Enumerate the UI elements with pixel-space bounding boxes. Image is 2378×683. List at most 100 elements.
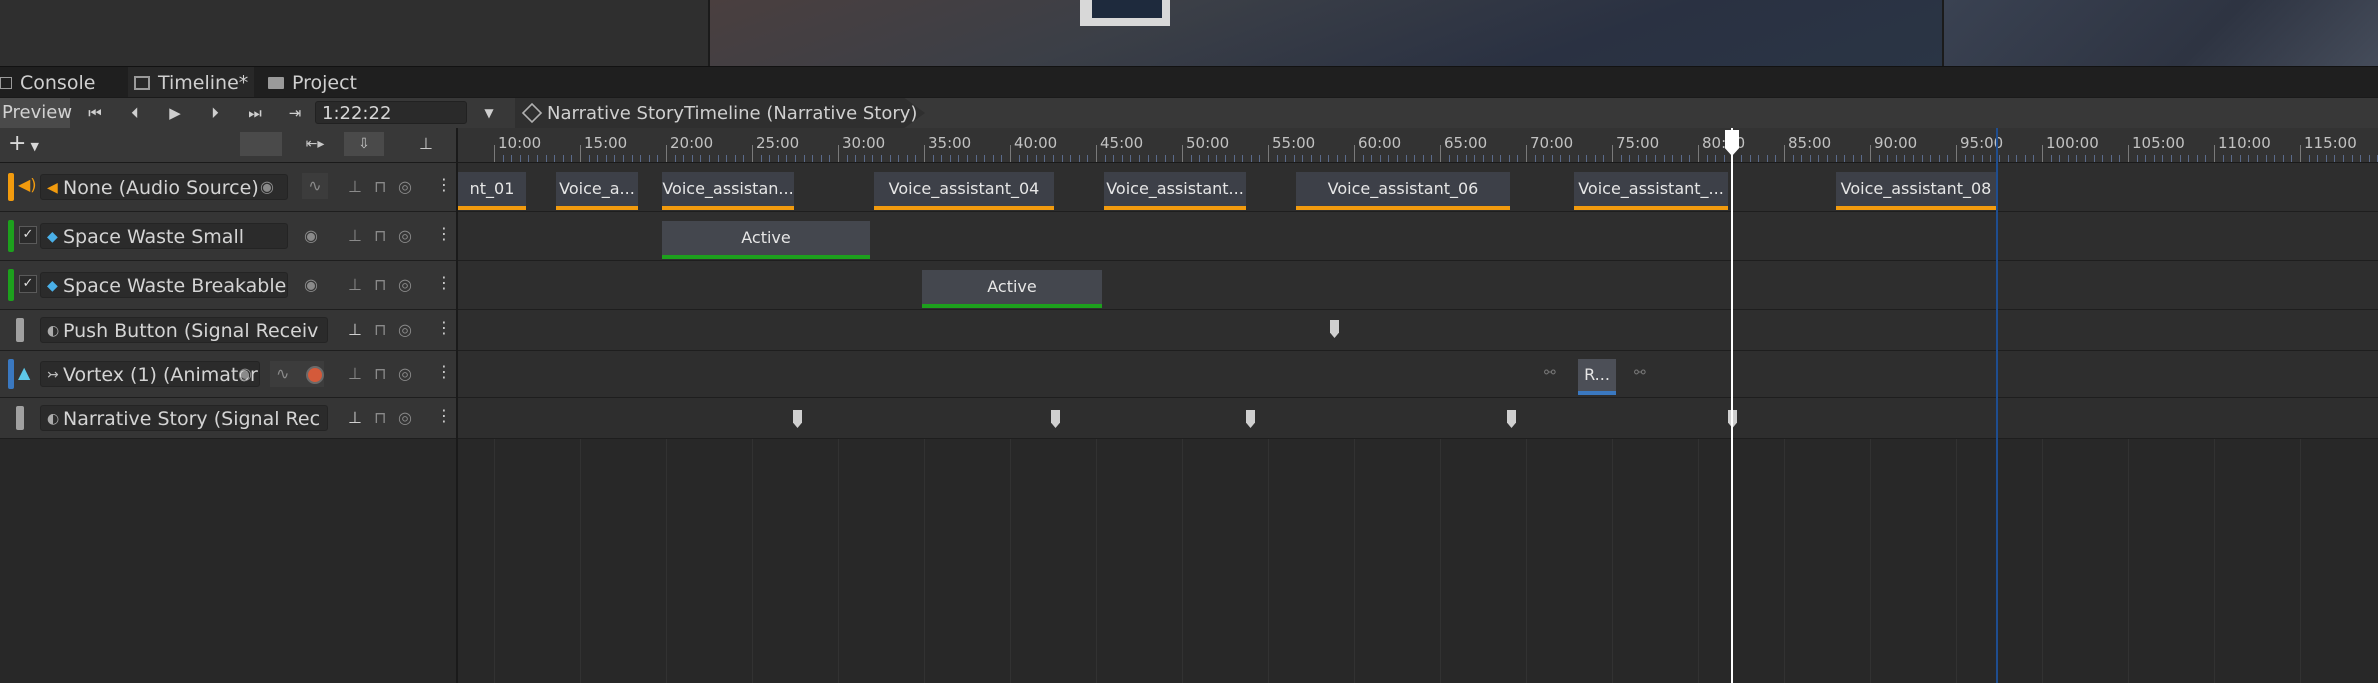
activation-checkbox[interactable]: ✓	[19, 226, 37, 244]
track-binding-signal-2[interactable]: ◐ Narrative Story (Signal Rec	[40, 405, 328, 431]
target-icon[interactable]: ◉	[304, 226, 318, 245]
audio-clip[interactable]: Voice_a...	[556, 172, 638, 210]
activation-checkbox[interactable]: ✓	[19, 275, 37, 293]
lane-signal-2[interactable]	[458, 398, 2378, 439]
lane-audio[interactable]: nt_01 Voice_a... Voice_assistan... Voice…	[458, 163, 2378, 212]
more-options-icon[interactable]: ⋮	[436, 273, 452, 292]
breadcrumb[interactable]: Narrative StoryTimeline (Narrative Story…	[515, 98, 925, 128]
track-binding-audio[interactable]: ◀ None (Audio Source)	[40, 174, 288, 200]
more-options-icon[interactable]: ⋮	[436, 224, 452, 243]
record-icon[interactable]	[306, 366, 324, 384]
ruler-minor-tick	[2343, 155, 2344, 162]
lock-pin-icon[interactable]: ⊥	[348, 275, 362, 294]
track-binding-animation[interactable]: ↣ Vortex (1) (Animator	[40, 361, 260, 387]
pin-icon[interactable]: ⊥	[414, 132, 438, 156]
audio-clip[interactable]: Voice_assistan...	[662, 172, 794, 210]
curves-icon[interactable]: ∿	[276, 364, 289, 383]
audio-clip[interactable]: Voice_assistant_08	[1836, 172, 1996, 210]
activation-clip[interactable]: Active	[662, 221, 870, 259]
eye-icon[interactable]: ◎	[398, 408, 412, 427]
lock-pin-icon[interactable]: ⊥	[348, 320, 362, 339]
signal-marker[interactable]	[1330, 320, 1339, 338]
lock-icon[interactable]: ⊓	[374, 364, 386, 383]
ruler-minor-tick	[2033, 155, 2035, 162]
previous-frame-icon[interactable]: ⏴	[116, 98, 154, 128]
lane-signal-1[interactable]	[458, 310, 2378, 351]
more-options-icon[interactable]: ⋮	[436, 362, 452, 381]
lock-icon[interactable]: ⊓	[374, 226, 386, 245]
audio-clip[interactable]: Voice_assistant_06	[1296, 172, 1510, 210]
next-frame-icon[interactable]: ⏵	[196, 98, 234, 128]
cube-icon	[521, 102, 543, 124]
ruler-minor-tick	[1207, 155, 1209, 162]
ruler-minor-tick	[2274, 155, 2276, 162]
eye-icon[interactable]: ◎	[398, 177, 412, 196]
lock-icon[interactable]: ⊓	[374, 320, 386, 339]
goto-end-icon[interactable]: ⏭	[236, 98, 274, 128]
signal-marker[interactable]	[1507, 410, 1516, 428]
lock-pin-icon[interactable]: ⊥	[348, 226, 362, 245]
lock-icon[interactable]: ⊓	[374, 275, 386, 294]
ruler-tick	[1354, 145, 1355, 162]
breadcrumb-label: Narrative StoryTimeline (Narrative Story…	[547, 102, 918, 124]
play-range-icon[interactable]: ⇥	[276, 98, 314, 128]
ruler-minor-tick	[2110, 155, 2112, 162]
time-field[interactable]: 1:22:22	[315, 101, 467, 124]
signal-marker[interactable]	[1051, 410, 1060, 428]
target-icon[interactable]: ◉	[260, 177, 274, 196]
tab-console[interactable]: Console	[0, 67, 95, 98]
track-header-signal-2[interactable]: ◐ Narrative Story (Signal Rec ⊥ ⊓ ◎ ⋮	[0, 398, 457, 439]
tab-timeline[interactable]: Timeline*	[128, 67, 255, 99]
signal-marker[interactable]	[1246, 410, 1255, 428]
lane-animation[interactable]: ⚯ R... ⚯	[458, 351, 2378, 398]
preview-button[interactable]: Preview	[0, 98, 72, 128]
lock-pin-icon[interactable]: ⊥	[348, 408, 362, 427]
more-options-icon[interactable]: ⋮	[436, 318, 452, 337]
goto-start-icon[interactable]: ⏮	[76, 98, 114, 128]
chevron-down-icon[interactable]: ▼	[470, 98, 508, 128]
audio-clip[interactable]: Voice_assistant_...	[1574, 172, 1728, 210]
eye-icon[interactable]: ◎	[398, 275, 412, 294]
audio-clip[interactable]: Voice_assistant...	[1104, 172, 1246, 210]
add-track-button[interactable]: + ▼	[8, 131, 58, 157]
track-binding-activation-2[interactable]: ◆ Space Waste Breakable	[40, 272, 288, 298]
replace-icon[interactable]: ⇩	[344, 132, 384, 156]
ruler-minor-tick	[1646, 155, 1648, 162]
target-icon[interactable]: ◉	[304, 275, 318, 294]
track-header-activation-2[interactable]: ✓ ◆ Space Waste Breakable ◉ ⊥ ⊓ ◎ ⋮	[0, 261, 457, 310]
animation-clip[interactable]: R...	[1578, 359, 1616, 395]
eye-icon[interactable]: ◎	[398, 320, 412, 339]
audio-clip[interactable]: Voice_assistant_04	[874, 172, 1054, 210]
ruler-minor-tick	[709, 155, 710, 162]
more-options-icon[interactable]: ⋮	[436, 406, 452, 425]
track-binding-activation-1[interactable]: ◆ Space Waste Small	[40, 223, 288, 249]
signal-marker[interactable]	[793, 410, 802, 428]
target-icon[interactable]: ◉	[238, 364, 252, 383]
eye-icon[interactable]: ◎	[398, 364, 412, 383]
ruler-minor-tick	[872, 155, 874, 162]
cube-icon: ◆	[47, 278, 58, 294]
scene-view[interactable]	[0, 0, 2378, 66]
lock-icon[interactable]: ⊓	[374, 177, 386, 196]
more-options-icon[interactable]: ⋮	[436, 175, 452, 194]
time-ruler[interactable]: 10:00 15:00 20:00 25:00 30:00 35:00 40:00 45:00…	[458, 128, 2378, 162]
console-icon	[0, 76, 12, 89]
track-binding-signal-1[interactable]: ◐ Push Button (Signal Receiv	[40, 317, 328, 343]
ripple-icon[interactable]: ⇤▸	[296, 132, 334, 156]
track-header-animation[interactable]: ▲ ↣ Vortex (1) (Animator ◉ ∿ ⊥ ⊓ ◎ ⋮	[0, 351, 457, 398]
play-icon[interactable]: ▶	[156, 98, 194, 128]
lane-activation-2[interactable]: Active	[458, 261, 2378, 310]
eye-icon[interactable]: ◎	[398, 226, 412, 245]
lock-pin-icon[interactable]: ⊥	[348, 177, 362, 196]
lock-pin-icon[interactable]: ⊥	[348, 364, 362, 383]
track-header-signal-1[interactable]: ◐ Push Button (Signal Receiv ⊥ ⊓ ◎ ⋮	[0, 310, 457, 351]
track-header-audio[interactable]: ◀) ◀ None (Audio Source) ◉ ∿ ⊥ ⊓ ◎ ⋮	[0, 163, 457, 212]
lock-icon[interactable]: ⊓	[374, 408, 386, 427]
audio-clip[interactable]: nt_01	[458, 172, 526, 210]
curves-icon[interactable]: ∿	[302, 173, 328, 199]
lane-activation-1[interactable]: Active	[458, 212, 2378, 261]
snap-icon[interactable]	[240, 132, 282, 156]
track-header-activation-1[interactable]: ✓ ◆ Space Waste Small ◉ ⊥ ⊓ ◎ ⋮	[0, 212, 457, 261]
tab-project[interactable]: Project	[268, 67, 357, 98]
activation-clip[interactable]: Active	[922, 270, 1102, 308]
